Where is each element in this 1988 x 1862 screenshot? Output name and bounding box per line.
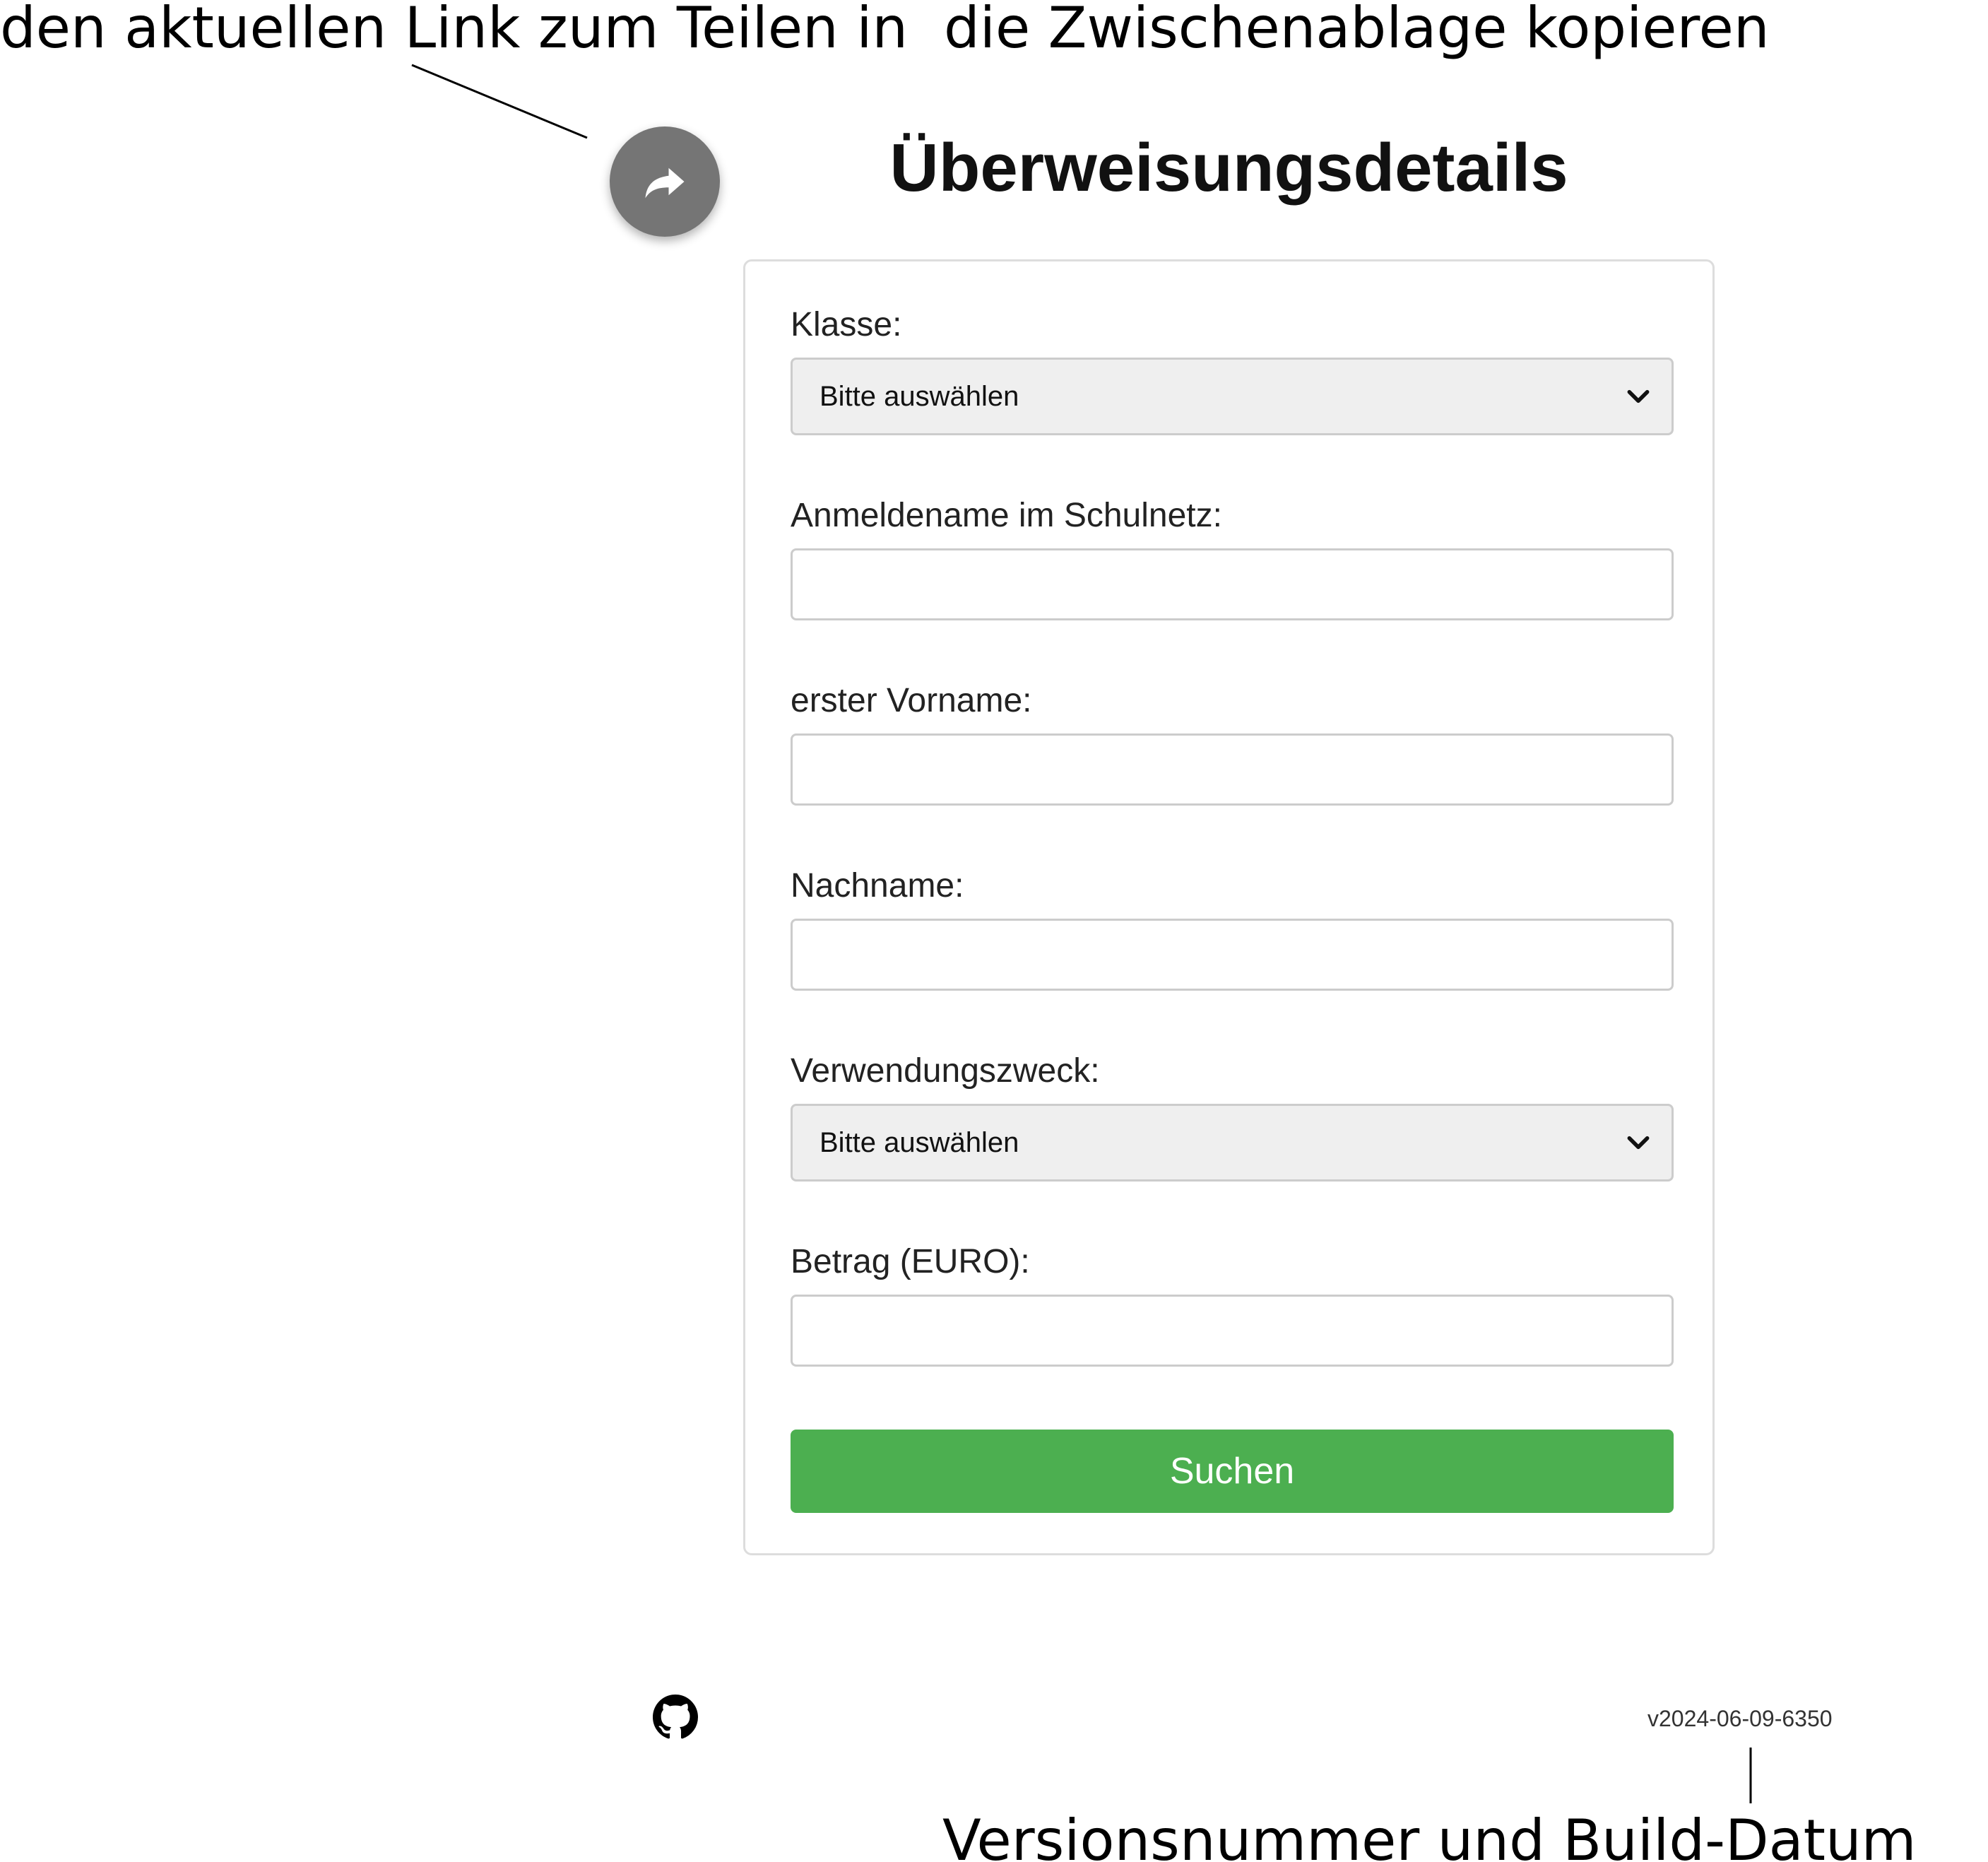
github-icon	[653, 1695, 698, 1739]
anmeldename-label: Anmeldename im Schulnetz:	[791, 497, 1222, 534]
nachname-label: Nachname:	[791, 867, 964, 905]
chevron-down-icon	[1627, 1136, 1650, 1150]
klasse-select[interactable]: Bitte auswählen	[791, 358, 1674, 435]
vorname-label: erster Vorname:	[791, 682, 1032, 719]
search-button[interactable]: Suchen	[791, 1430, 1674, 1513]
betrag-input[interactable]	[791, 1295, 1674, 1367]
anmeldename-input[interactable]	[791, 548, 1674, 620]
nachname-input[interactable]	[791, 919, 1674, 991]
share-arrow-icon	[645, 167, 685, 199]
chevron-down-icon	[1627, 389, 1650, 403]
verwendungszweck-label: Verwendungszweck:	[791, 1052, 1100, 1090]
github-link[interactable]	[653, 1695, 698, 1740]
share-link-button[interactable]	[610, 126, 720, 237]
transfer-form-card: Klasse: Bitte auswählen Anmeldename im S…	[743, 259, 1715, 1555]
vorname-input[interactable]	[791, 733, 1674, 806]
verwendungszweck-select-value: Bitte auswählen	[820, 1126, 1019, 1158]
verwendungszweck-select[interactable]: Bitte auswählen	[791, 1104, 1674, 1182]
version-label: v2024-06-09-6350	[1647, 1706, 1833, 1731]
leader-line-share	[411, 64, 588, 139]
betrag-label: Betrag (EURO):	[791, 1243, 1030, 1280]
page-title: Überweisungsdetails	[889, 130, 1568, 206]
klasse-select-value: Bitte auswählen	[820, 380, 1019, 412]
klasse-label: Klasse:	[791, 306, 902, 343]
